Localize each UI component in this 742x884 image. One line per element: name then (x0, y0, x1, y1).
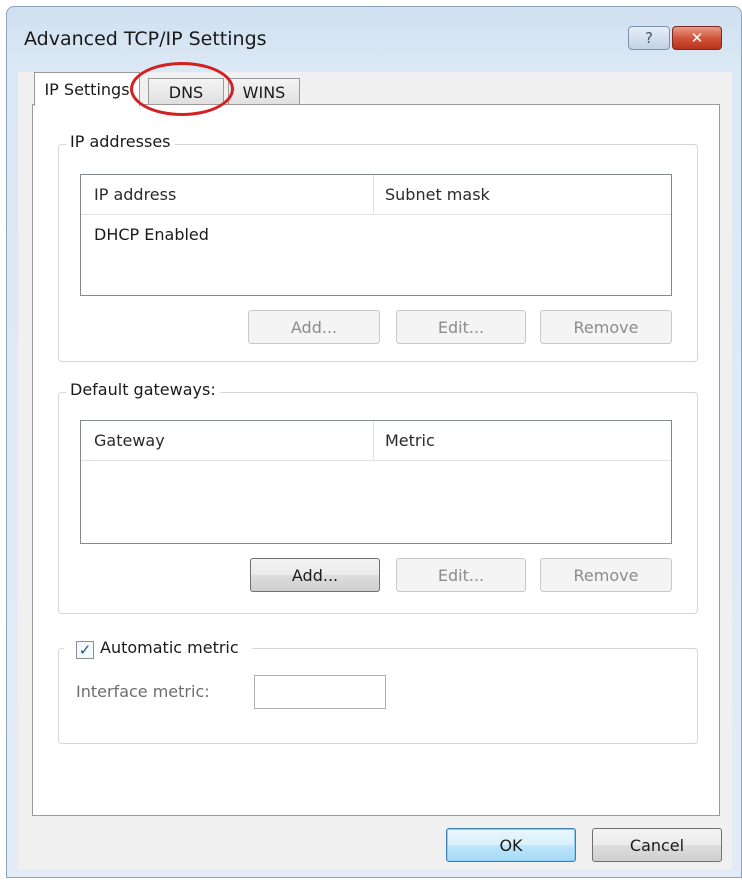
interface-metric-field[interactable] (254, 675, 386, 709)
help-button[interactable]: ? (628, 26, 670, 50)
ip-address-edit-button[interactable]: Edit... (396, 310, 526, 344)
column-header-metric[interactable]: Metric (385, 431, 435, 450)
column-divider[interactable] (373, 175, 374, 215)
list-item[interactable]: DHCP Enabled (94, 225, 209, 244)
tab-label: IP Settings (44, 80, 130, 99)
ip-addresses-group-label: IP addresses (66, 132, 175, 151)
ok-button[interactable]: OK (446, 828, 576, 862)
column-header-gateway[interactable]: Gateway (94, 431, 165, 450)
dialog-title: Advanced TCP/IP Settings (24, 28, 267, 50)
ip-address-remove-button[interactable]: Remove (540, 310, 672, 344)
gateway-list-header: Gateway Metric (81, 421, 671, 461)
column-header-subnet-mask[interactable]: Subnet mask (385, 185, 490, 204)
tab-label: DNS (168, 83, 204, 102)
gateway-add-button[interactable]: Add... (250, 558, 380, 592)
ip-address-list-header: IP address Subnet mask (81, 175, 671, 215)
cancel-button[interactable]: Cancel (592, 828, 722, 862)
close-button[interactable]: ✕ (672, 26, 722, 50)
tab-ip-settings[interactable]: IP Settings (34, 72, 140, 106)
gateway-list[interactable]: Gateway Metric (80, 420, 672, 544)
close-icon: ✕ (690, 29, 704, 47)
column-header-ip-address[interactable]: IP address (94, 185, 176, 204)
checkmark-icon: ✓ (78, 641, 92, 659)
ip-address-list[interactable]: IP address Subnet mask DHCP Enabled (80, 174, 672, 296)
automatic-metric-label[interactable]: Automatic metric (100, 638, 239, 657)
gateway-edit-button[interactable]: Edit... (396, 558, 526, 592)
ip-address-add-button[interactable]: Add... (248, 310, 380, 344)
help-icon: ? (645, 29, 653, 47)
column-divider[interactable] (373, 421, 374, 461)
tab-label: WINS (242, 83, 286, 102)
interface-metric-label: Interface metric: (76, 682, 210, 701)
gateway-remove-button[interactable]: Remove (540, 558, 672, 592)
automatic-metric-checkbox[interactable]: ✓ (76, 641, 94, 659)
tab-wins[interactable]: WINS (228, 78, 300, 106)
default-gateways-group-label: Default gateways: (66, 380, 220, 399)
tab-dns[interactable]: DNS (148, 78, 224, 106)
